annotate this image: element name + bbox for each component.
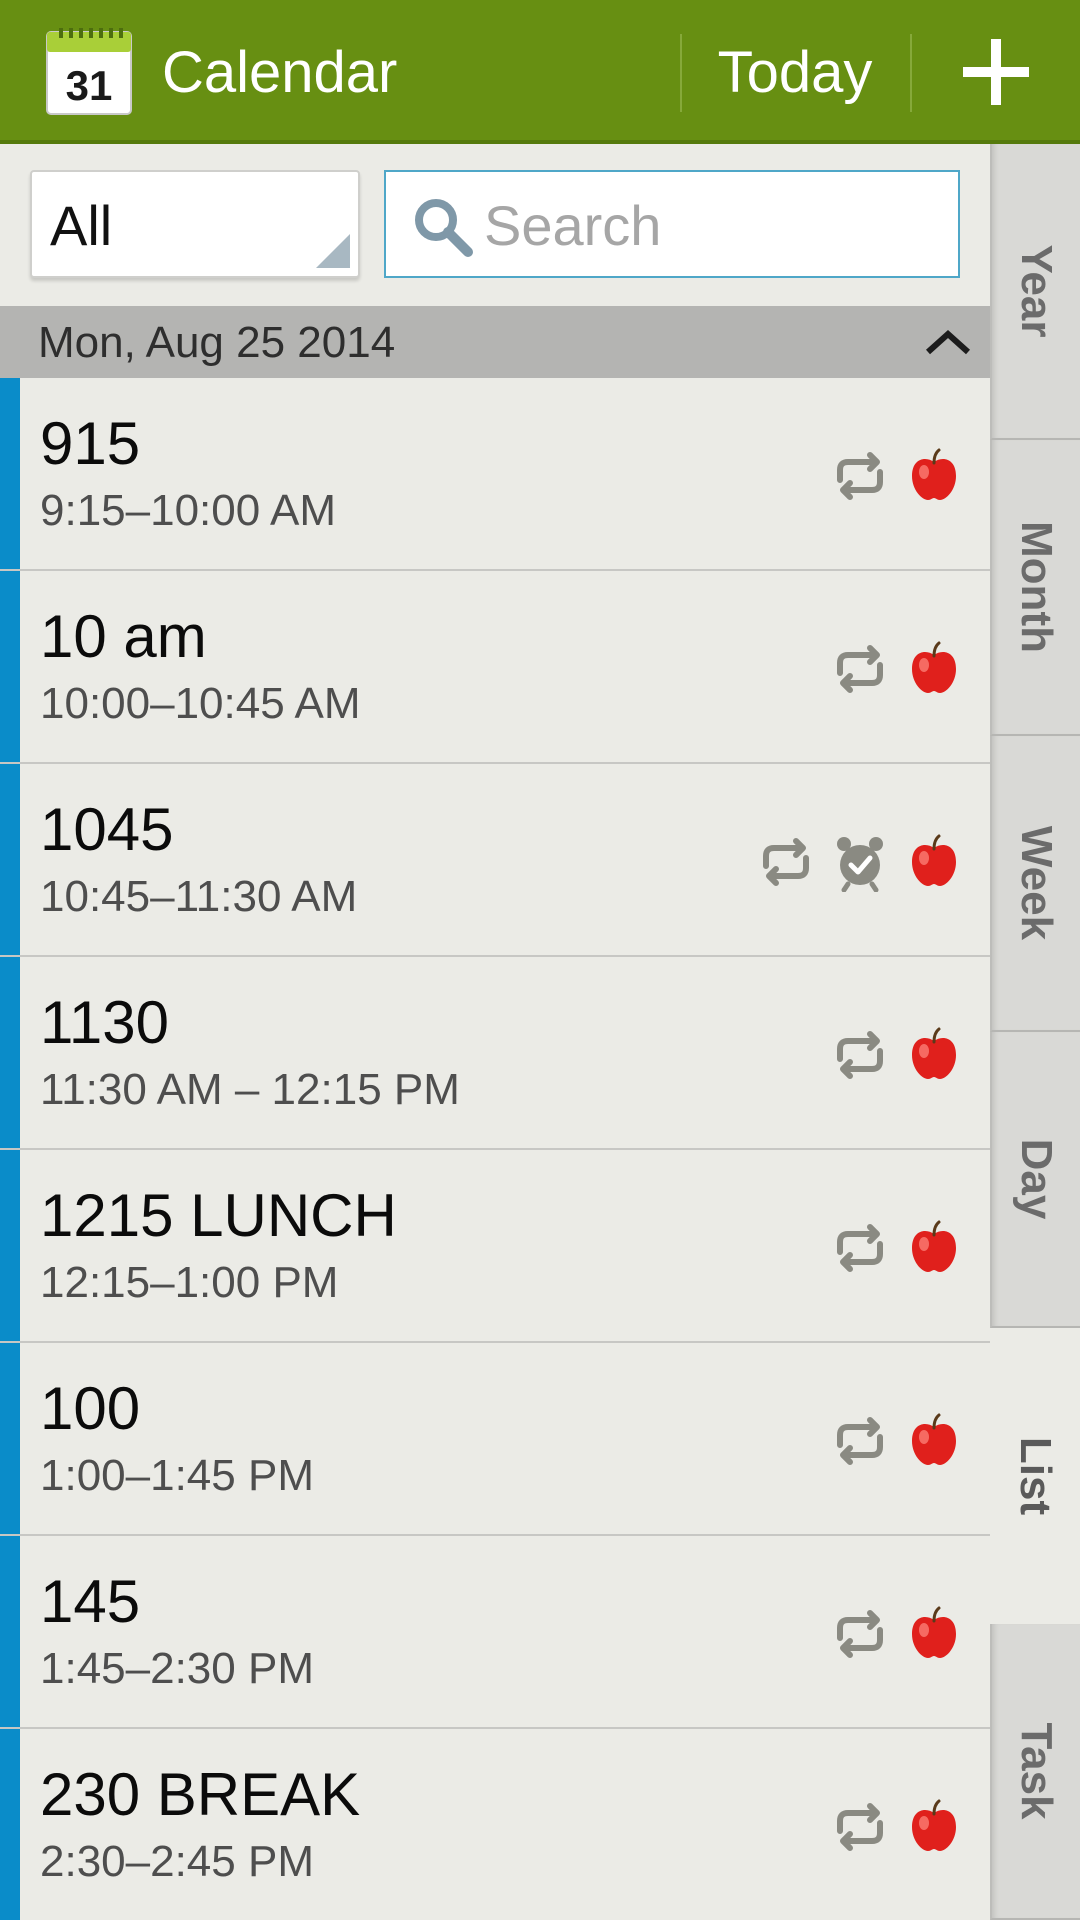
repeat-icon bbox=[830, 446, 890, 506]
search-icon bbox=[415, 199, 473, 257]
event-time: 11:30 AM – 12:15 PM bbox=[40, 1065, 460, 1114]
event-calendar-color-bar bbox=[0, 1729, 20, 1920]
app-title: Calendar bbox=[162, 40, 398, 105]
event-status-icons bbox=[830, 446, 964, 506]
event-status-icons bbox=[830, 1411, 964, 1471]
app-icon-day: 31 bbox=[66, 62, 113, 109]
event-status-icons bbox=[830, 1025, 964, 1085]
apple-icon bbox=[904, 639, 964, 699]
event-calendar-color-bar bbox=[0, 378, 20, 569]
repeat-icon bbox=[830, 1411, 890, 1471]
repeat-icon bbox=[756, 832, 816, 892]
event-row[interactable]: 1215 LUNCH 12:15–1:00 PM bbox=[0, 1150, 990, 1343]
event-status-icons bbox=[830, 1797, 964, 1857]
repeat-icon bbox=[830, 639, 890, 699]
event-status-icons bbox=[830, 1218, 964, 1278]
event-time: 12:15–1:00 PM bbox=[40, 1258, 339, 1307]
event-row[interactable]: 1130 11:30 AM – 12:15 PM bbox=[0, 957, 990, 1150]
event-row[interactable]: 1045 10:45–11:30 AM bbox=[0, 764, 990, 957]
date-header[interactable]: Mon, Aug 25 2014 bbox=[0, 306, 990, 378]
event-time: 2:30–2:45 PM bbox=[40, 1837, 314, 1886]
event-time: 9:15–10:00 AM bbox=[40, 486, 337, 535]
event-row[interactable]: 10 am 10:00–10:45 AM bbox=[0, 571, 990, 764]
event-row[interactable]: 915 9:15–10:00 AM bbox=[0, 378, 990, 571]
tab-day-label: Day bbox=[1012, 1138, 1061, 1220]
view-tabs: Year Month Week Day List Task bbox=[990, 144, 1080, 1920]
event-calendar-color-bar bbox=[0, 1150, 20, 1341]
plus-icon bbox=[963, 39, 1029, 105]
event-status-icons bbox=[830, 639, 964, 699]
event-row[interactable]: 230 BREAK 2:30–2:45 PM bbox=[0, 1729, 990, 1920]
tab-list-label: List bbox=[1011, 1436, 1060, 1516]
event-calendar-color-bar bbox=[0, 764, 20, 955]
tab-task-label: Task bbox=[1012, 1722, 1061, 1820]
event-calendar-color-bar bbox=[0, 1536, 20, 1727]
event-calendar-color-bar bbox=[0, 1343, 20, 1534]
event-title: 10 am bbox=[40, 603, 207, 670]
repeat-icon bbox=[830, 1797, 890, 1857]
event-row[interactable]: 100 1:00–1:45 PM bbox=[0, 1343, 990, 1536]
add-event-button[interactable] bbox=[912, 0, 1080, 144]
event-calendar-color-bar bbox=[0, 957, 20, 1148]
apple-icon bbox=[904, 446, 964, 506]
event-title: 145 bbox=[40, 1568, 141, 1635]
event-time: 1:00–1:45 PM bbox=[40, 1451, 314, 1500]
event-list: 915 9:15–10:00 AM 10 am 10:00–10:45 AM 1045 1… bbox=[0, 378, 990, 1920]
repeat-icon bbox=[830, 1218, 890, 1278]
event-time: 10:00–10:45 AM bbox=[40, 679, 361, 728]
repeat-icon bbox=[830, 1604, 890, 1664]
tab-year-label: Year bbox=[1012, 244, 1061, 338]
calendar-app-icon[interactable]: 31 bbox=[45, 28, 133, 116]
today-button[interactable]: Today bbox=[682, 0, 908, 144]
event-title: 1045 bbox=[40, 796, 174, 863]
apple-icon bbox=[904, 1797, 964, 1857]
tab-week[interactable]: Week bbox=[990, 736, 1080, 1032]
apple-icon bbox=[904, 832, 964, 892]
event-title: 100 bbox=[40, 1375, 141, 1442]
date-header-label: Mon, Aug 25 2014 bbox=[38, 318, 396, 367]
event-title: 230 BREAK bbox=[40, 1761, 361, 1828]
search-box[interactable] bbox=[384, 170, 960, 278]
event-title: 915 bbox=[40, 410, 141, 477]
tab-month-label: Month bbox=[1012, 521, 1061, 653]
apple-icon bbox=[904, 1218, 964, 1278]
event-time: 1:45–2:30 PM bbox=[40, 1644, 314, 1693]
event-title: 1215 LUNCH bbox=[40, 1182, 397, 1249]
tab-month[interactable]: Month bbox=[990, 440, 1080, 736]
filter-selected-value: All bbox=[50, 194, 113, 257]
tab-day[interactable]: Day bbox=[990, 1032, 1080, 1328]
dropdown-arrow-icon bbox=[316, 234, 350, 268]
event-calendar-color-bar bbox=[0, 571, 20, 762]
event-status-icons bbox=[830, 1604, 964, 1664]
action-bar: 31 Calendar Today bbox=[0, 0, 1080, 144]
tab-list[interactable]: List bbox=[990, 1328, 1080, 1624]
tab-week-label: Week bbox=[1012, 825, 1061, 941]
search-input[interactable] bbox=[482, 186, 942, 264]
calendar-filter-dropdown[interactable]: All bbox=[30, 170, 360, 278]
event-status-icons bbox=[756, 832, 964, 893]
event-row[interactable]: 145 1:45–2:30 PM bbox=[0, 1536, 990, 1729]
alarm-icon bbox=[830, 832, 890, 893]
event-time: 10:45–11:30 AM bbox=[40, 872, 358, 921]
repeat-icon bbox=[830, 1025, 890, 1085]
chevron-up-icon[interactable] bbox=[924, 326, 972, 356]
apple-icon bbox=[904, 1025, 964, 1085]
apple-icon bbox=[904, 1411, 964, 1471]
tab-task[interactable]: Task bbox=[990, 1624, 1080, 1920]
event-title: 1130 bbox=[40, 989, 170, 1056]
filter-bar: All bbox=[0, 144, 990, 306]
apple-icon bbox=[904, 1604, 964, 1664]
tab-year[interactable]: Year bbox=[990, 144, 1080, 440]
